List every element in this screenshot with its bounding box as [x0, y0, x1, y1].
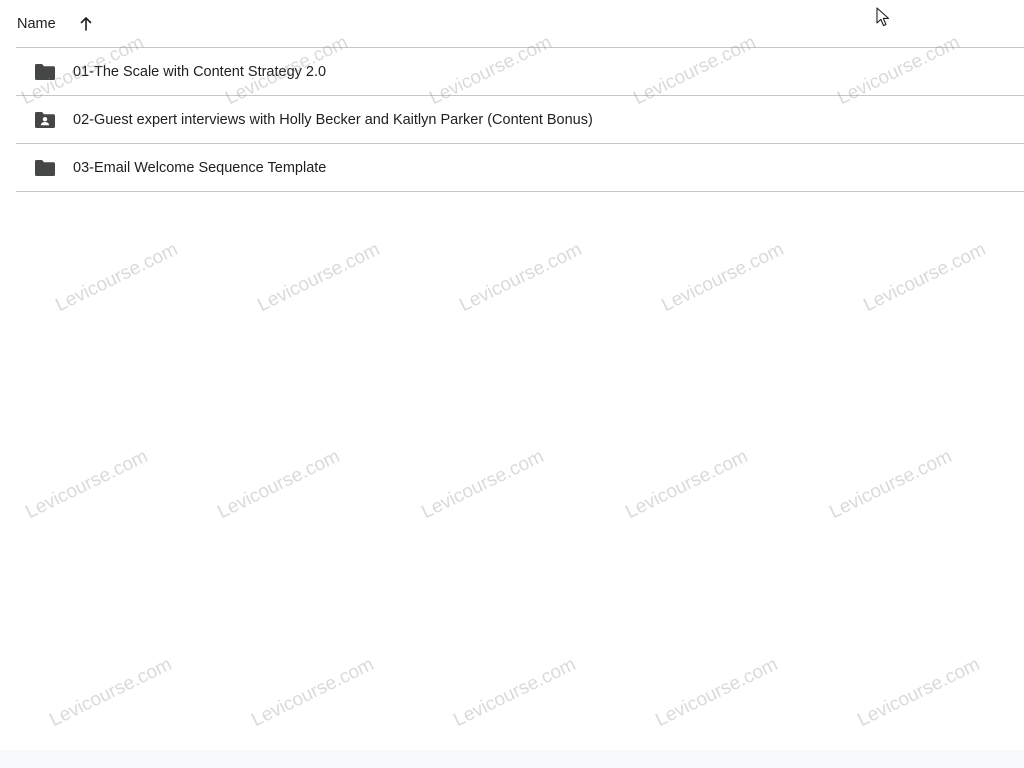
watermark: Levicourse.com	[652, 653, 782, 732]
file-name: 03-Email Welcome Sequence Template	[73, 159, 327, 176]
bottom-strip	[0, 750, 1024, 768]
shared-folder-icon	[34, 111, 56, 129]
watermark: Levicourse.com	[254, 238, 384, 317]
watermark: Levicourse.com	[248, 653, 378, 732]
file-row[interactable]: 03-Email Welcome Sequence Template	[16, 144, 1024, 192]
watermark: Levicourse.com	[860, 238, 990, 317]
folder-icon	[34, 159, 56, 177]
file-row[interactable]: 02-Guest expert interviews with Holly Be…	[16, 96, 1024, 144]
file-list: Name 01-The Scale with Content Strategy …	[16, 0, 1024, 192]
watermark: Levicourse.com	[52, 238, 182, 317]
file-name: 01-The Scale with Content Strategy 2.0	[73, 63, 327, 80]
watermark: Levicourse.com	[622, 445, 752, 524]
watermark: Levicourse.com	[456, 238, 586, 317]
drive-file-list-page: Name 01-The Scale with Content Strategy …	[0, 0, 1024, 768]
watermark: Levicourse.com	[658, 238, 788, 317]
list-header: Name	[16, 0, 1024, 48]
watermark: Levicourse.com	[214, 445, 344, 524]
name-column-header[interactable]: Name	[16, 16, 94, 32]
watermark: Levicourse.com	[418, 445, 548, 524]
watermark: Levicourse.com	[854, 653, 984, 732]
watermark: Levicourse.com	[46, 653, 176, 732]
arrow-up-icon[interactable]	[78, 16, 94, 32]
mouse-cursor-icon	[876, 7, 890, 27]
file-name: 02-Guest expert interviews with Holly Be…	[73, 111, 593, 128]
file-row[interactable]: 01-The Scale with Content Strategy 2.0	[16, 48, 1024, 96]
watermark: Levicourse.com	[22, 445, 152, 524]
folder-icon	[34, 63, 56, 81]
name-column-label: Name	[17, 15, 56, 32]
watermark: Levicourse.com	[826, 445, 956, 524]
watermark: Levicourse.com	[450, 653, 580, 732]
